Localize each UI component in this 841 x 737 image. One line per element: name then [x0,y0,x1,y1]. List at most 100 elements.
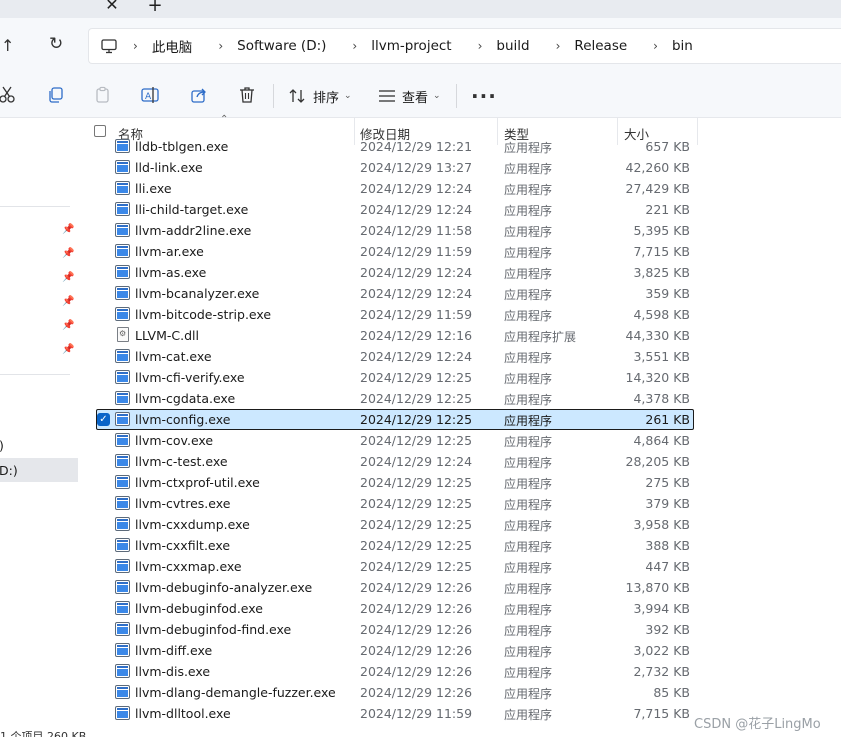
file-row[interactable]: llvm-ctxprof-util.exe 2024/12/29 12:25 应用程… [80,472,841,493]
sort-button[interactable]: 排序 ⌄ [289,86,352,106]
computer-icon [101,39,117,54]
paste-icon[interactable] [93,86,113,106]
sort-ascending-icon: ⌃ [220,114,229,125]
file-date: 2024/12/29 12:26 [360,580,473,595]
view-button[interactable]: 查看 ⌄ [378,86,441,106]
chevron-right-icon[interactable]: › [653,39,658,53]
file-row[interactable]: llvm-bcanalyzer.exe 2024/12/29 12:24 应用程序 3… [80,283,841,304]
exe-file-icon [115,181,130,195]
svg-text:A: A [145,92,152,102]
chevron-down-icon: ⌄ [344,91,352,101]
file-row[interactable]: lli.exe 2024/12/29 12:24 应用程序 27,429 KB [80,178,841,199]
watermark-text: CSDN @花子LingMo [694,717,821,732]
breadcrumb-item[interactable]: build [496,38,529,54]
file-row[interactable]: llvm-addr2line.exe 2024/12/29 11:58 应用程序 5,… [80,220,841,241]
refresh-icon[interactable]: ↻ [49,34,63,54]
file-row[interactable]: ✓ llvm-config.exe 2024/12/29 12:25 应用程序 261 … [80,409,841,430]
file-row[interactable]: LLVM-C.dll 2024/12/29 12:16 应用程序扩展 44,330 K… [80,325,841,346]
chevron-right-icon[interactable]: › [478,39,483,53]
file-row[interactable]: llvm-debuginfod-find.exe 2024/12/29 12:26… [80,619,841,640]
file-row[interactable]: lld-link.exe 2024/12/29 13:27 应用程序 42,260 K… [80,157,841,178]
pin-icon[interactable]: 📌 [62,320,74,332]
chevron-right-icon[interactable]: › [218,39,223,53]
file-row[interactable]: llvm-c-test.exe 2024/12/29 12:24 应用程序 28,20… [80,451,841,472]
delete-icon[interactable] [237,86,257,106]
exe-file-icon [115,244,130,258]
pin-icon[interactable]: 📌 [62,224,74,236]
file-row[interactable]: lldb-tblgen.exe 2024/12/29 12:21 应用程序 657 K… [80,136,841,157]
file-name: llvm-dlltool.exe [135,706,231,721]
file-row[interactable]: llvm-bitcode-strip.exe 2024/12/29 11:59 应用… [80,304,841,325]
file-date: 2024/12/29 12:24 [360,181,473,196]
file-row[interactable]: llvm-ar.exe 2024/12/29 11:59 应用程序 7,715 KB [80,241,841,262]
file-type: 应用程序 [504,603,553,617]
exe-file-icon [115,517,130,531]
file-size: 379 KB [645,496,690,511]
pin-icon[interactable]: 📌 [62,344,74,356]
file-row[interactable]: lli-child-target.exe 2024/12/29 12:24 应用程序… [80,199,841,220]
sort-icon [289,89,305,103]
file-date: 2024/12/29 12:26 [360,664,473,679]
more-options-icon[interactable]: ··· [471,84,497,108]
file-name: llvm-cov.exe [135,433,214,448]
file-type: 应用程序 [504,519,553,533]
file-name: llvm-cvtres.exe [135,496,231,511]
file-type: 应用程序 [504,372,553,386]
file-type: 应用程序 [504,456,553,470]
breadcrumb-item[interactable]: llvm-project [371,38,451,54]
file-name: llvm-bitcode-strip.exe [135,307,272,322]
dll-file-icon [117,327,129,342]
breadcrumb-item[interactable]: Software (D:) [237,38,326,54]
file-name: llvm-cxxmap.exe [135,559,242,574]
row-checkbox-checked[interactable]: ✓ [97,413,110,426]
exe-file-icon [115,391,130,405]
cut-icon[interactable] [0,86,17,106]
file-row[interactable]: llvm-cat.exe 2024/12/29 12:24 应用程序 3,551 KB [80,346,841,367]
breadcrumb-item[interactable]: bin [672,38,693,54]
copy-icon[interactable] [45,86,65,106]
pin-icon[interactable]: 📌 [62,296,74,308]
chevron-right-icon[interactable]: › [133,39,138,53]
share-icon[interactable] [189,86,209,106]
pin-icon[interactable]: 📌 [62,272,74,284]
file-type: 应用程序 [504,561,553,575]
new-tab-icon[interactable]: + [146,0,164,15]
file-date: 2024/12/29 12:25 [360,370,473,385]
exe-file-icon [115,307,130,321]
file-row[interactable]: llvm-cxxfilt.exe 2024/12/29 12:25 应用程序 388 … [80,535,841,556]
chevron-right-icon[interactable]: › [556,39,561,53]
file-row[interactable]: llvm-cov.exe 2024/12/29 12:25 应用程序 4,864 KB [80,430,841,451]
exe-file-icon [115,202,130,216]
file-row[interactable]: llvm-debuginfo-analyzer.exe 2024/12/29 12… [80,577,841,598]
file-row[interactable]: llvm-cxxmap.exe 2024/12/29 12:25 应用程序 447 K… [80,556,841,577]
breadcrumb-item[interactable]: 此电脑 [152,36,193,56]
file-size: 7,715 KB [633,244,690,259]
chevron-right-icon[interactable]: › [352,39,357,53]
file-type: 应用程序 [504,582,553,596]
file-row[interactable]: llvm-dlang-demangle-fuzzer.exe 2024/12/29… [80,682,841,703]
file-row[interactable]: llvm-dis.exe 2024/12/29 12:26 应用程序 2,732 KB [80,661,841,682]
file-name: llvm-ctxprof-util.exe [135,475,260,490]
file-row[interactable]: llvm-cxxdump.exe 2024/12/29 12:25 应用程序 3,95… [80,514,841,535]
file-type: 应用程序 [504,624,553,638]
file-row[interactable]: llvm-diff.exe 2024/12/29 12:26 应用程序 3,022 K… [80,640,841,661]
exe-file-icon [115,139,130,153]
sidebar-item-drive-d[interactable]: D:) [0,463,18,478]
file-type: 应用程序 [504,183,553,197]
file-row[interactable]: llvm-cvtres.exe 2024/12/29 12:25 应用程序 379 K… [80,493,841,514]
rename-icon[interactable]: A [141,86,161,106]
file-row[interactable]: llvm-cfi-verify.exe 2024/12/29 12:25 应用程序 1… [80,367,841,388]
file-size: 359 KB [645,286,690,301]
pin-icon[interactable]: 📌 [62,248,74,260]
close-tab-icon[interactable]: ✕ [104,0,120,13]
breadcrumb-item[interactable]: Release [574,38,627,54]
sidebar-item-drive-c[interactable]: ) [0,438,4,453]
status-bar: 1 个项目 260 KB [0,730,87,737]
file-date: 2024/12/29 11:59 [360,244,473,259]
file-row[interactable]: llvm-debuginfod.exe 2024/12/29 12:26 应用程序 3… [80,598,841,619]
file-row[interactable]: llvm-as.exe 2024/12/29 12:24 应用程序 3,825 KB [80,262,841,283]
address-bar[interactable]: › 此电脑 › Software (D:) › llvm-project › build › Re… [88,28,841,64]
file-name: lld-link.exe [135,160,203,175]
up-arrow-icon[interactable]: ↑ [1,36,14,55]
file-row[interactable]: llvm-cgdata.exe 2024/12/29 12:25 应用程序 4,378… [80,388,841,409]
